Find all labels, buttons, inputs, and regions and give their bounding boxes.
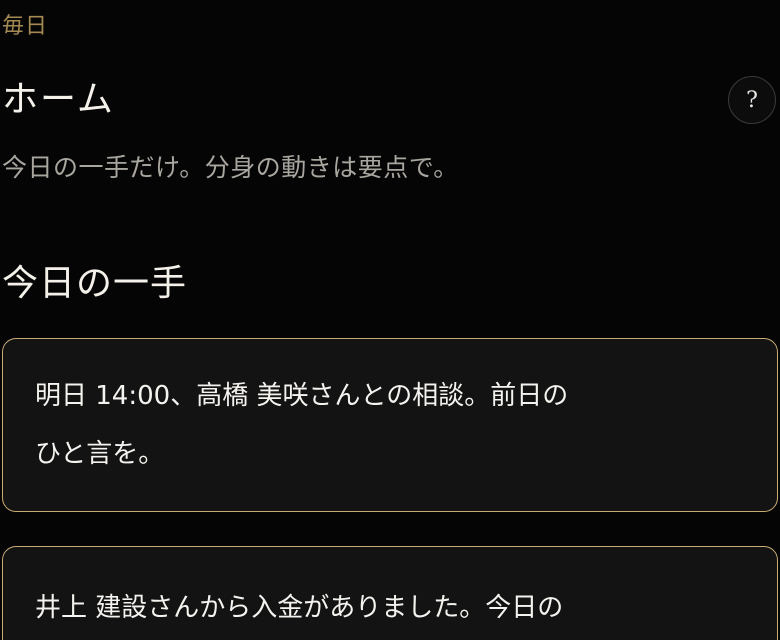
action-card-consultation[interactable]: 明日 14:00、高橋 美咲さんとの相談。前日の ひと言を。: [2, 338, 778, 512]
card-text: 明日 14:00、高橋 美咲さんとの相談。前日の ひと言を。: [35, 367, 655, 483]
eyebrow-label: 毎日: [2, 14, 49, 39]
page-title: ホーム: [2, 79, 115, 120]
question-mark-icon: ?: [746, 87, 758, 113]
action-card-payment[interactable]: 井上 建設さんから入金がありました。今日の: [2, 546, 778, 640]
help-button[interactable]: ?: [728, 76, 776, 124]
card-text-line: 井上 建設さんから入金がありました。今日の: [35, 593, 564, 623]
card-text-line: 明日 14:00、高橋 美咲さんとの相談。前日の: [35, 381, 569, 411]
card-text-line: ひと言を。: [35, 439, 165, 469]
page-subtitle: 今日の一手だけ。分身の動きは要点で。: [2, 153, 459, 182]
section-heading: 今日の一手: [2, 263, 188, 304]
card-text: 井上 建設さんから入金がありました。今日の: [35, 579, 655, 637]
